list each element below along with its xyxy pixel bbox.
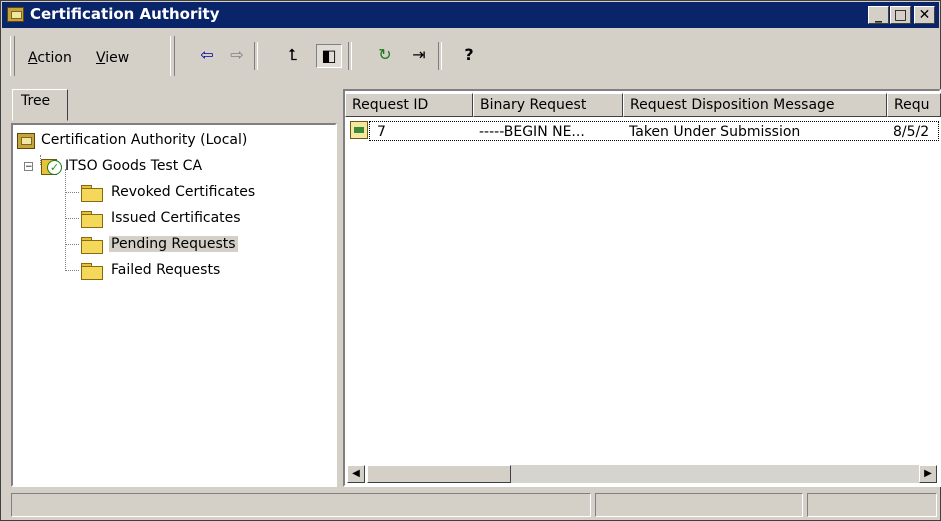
column-header-disposition[interactable]: Request Disposition Message: [623, 93, 887, 117]
cell-request-id: 7: [377, 124, 386, 140]
menu-action[interactable]: Action: [28, 50, 72, 66]
certificate-request-icon: [350, 121, 368, 139]
maximize-button[interactable]: □: [890, 6, 911, 24]
tree-pane[interactable]: Certification Authority (Local) − ITSO G…: [11, 123, 337, 487]
scroll-thumb[interactable]: [367, 465, 511, 483]
menu-toolbar: Action View ⇦ ⇨ ⮤ ◧ ↻ ⇥ ?: [2, 30, 939, 82]
column-header-request-id[interactable]: Request ID: [345, 93, 473, 117]
minimize-button[interactable]: _: [868, 6, 889, 24]
up-folder-icon[interactable]: ⮤: [280, 44, 306, 68]
tree-item-label: Failed Requests: [111, 262, 221, 278]
toolbar-separator: [254, 42, 258, 70]
folder-icon: [81, 263, 103, 280]
tree-item-label: Issued Certificates: [111, 210, 241, 226]
toolbar-grip[interactable]: [10, 36, 15, 76]
tree-item-root[interactable]: Certification Authority (Local): [13, 130, 333, 152]
tree-item-pending[interactable]: Pending Requests: [13, 234, 333, 256]
details-list-pane[interactable]: Request ID Binary Request Request Dispos…: [343, 89, 941, 487]
collapse-icon[interactable]: −: [24, 162, 33, 172]
close-button[interactable]: ✕: [914, 6, 935, 24]
folder-icon: [81, 211, 103, 228]
forward-arrow-icon[interactable]: ⇨: [224, 44, 250, 68]
cell-disposition: Taken Under Submission: [629, 124, 801, 140]
tree-item-ca[interactable]: − ITSO Goods Test CA: [13, 156, 333, 178]
column-header-binary-request[interactable]: Binary Request: [473, 93, 623, 117]
mmc-window: Certification Authority _ □ ✕ Action Vie…: [0, 0, 941, 521]
tree-item-failed[interactable]: Failed Requests: [13, 260, 333, 282]
scroll-left-icon[interactable]: ◀: [347, 465, 365, 483]
status-bar: [11, 493, 939, 517]
folder-icon: [81, 185, 103, 202]
export-list-icon[interactable]: ⇥: [406, 44, 432, 68]
tree-item-label: ITSO Goods Test CA: [65, 158, 203, 174]
tree-item-label: Certification Authority (Local): [41, 132, 248, 148]
cell-request-date: 8/5/2: [893, 124, 930, 140]
tree-item-label: Revoked Certificates: [111, 184, 256, 200]
tree-item-revoked[interactable]: Revoked Certificates: [13, 182, 333, 204]
help-icon[interactable]: ?: [456, 44, 482, 68]
scroll-track[interactable]: [511, 465, 919, 483]
certification-authority-icon[interactable]: [7, 7, 24, 22]
refresh-icon[interactable]: ↻: [372, 44, 398, 68]
cell-binary-request: -----BEGIN NE...: [479, 124, 585, 140]
horizontal-scrollbar[interactable]: ◀ ▶: [347, 465, 939, 483]
ca-server-check-icon: [41, 157, 62, 175]
tab-tree[interactable]: Tree: [12, 89, 68, 121]
menu-view[interactable]: View: [96, 50, 129, 66]
scroll-right-icon[interactable]: ▶: [919, 465, 937, 483]
window-title: Certification Authority: [30, 5, 220, 23]
column-header-request-date[interactable]: Requ: [887, 93, 941, 117]
toolbar-grip-2[interactable]: [170, 36, 175, 76]
open-folder-icon: [81, 237, 103, 254]
title-bar[interactable]: Certification Authority _ □ ✕: [2, 2, 939, 28]
toolbar-separator: [348, 42, 352, 70]
status-panel-main: [11, 493, 591, 517]
table-row[interactable]: 7 -----BEGIN NE... Taken Under Submissio…: [347, 121, 939, 143]
status-panel-3: [807, 493, 937, 517]
toolbar-separator: [438, 42, 442, 70]
tree-item-label: Pending Requests: [109, 236, 238, 252]
status-panel-2: [595, 493, 803, 517]
back-arrow-icon[interactable]: ⇦: [194, 44, 220, 68]
tree-item-issued[interactable]: Issued Certificates: [13, 208, 333, 230]
show-hide-tree-icon[interactable]: ◧: [316, 44, 342, 68]
certification-authority-icon: [17, 133, 35, 149]
